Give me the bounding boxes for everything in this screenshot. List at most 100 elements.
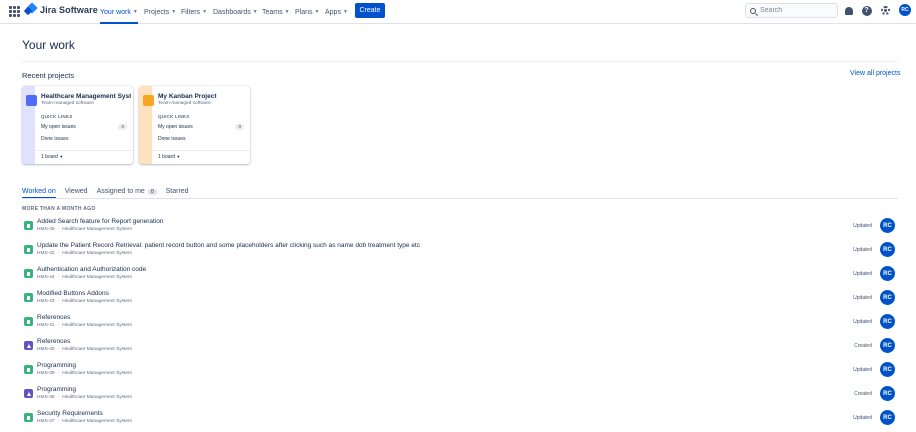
boards-dropdown[interactable]: 1 board ▼: [41, 154, 63, 160]
open-issues-count: 0: [235, 124, 244, 130]
nav-filters[interactable]: Filters ▼: [181, 0, 207, 24]
issue-meta: HMS-42 · Healthcare Management System: [37, 251, 132, 256]
issue-key: HMS-39: [37, 371, 55, 376]
boards-label: 1 board: [158, 154, 175, 160]
issue-project: Healthcare Management System: [62, 395, 133, 400]
nav-apps[interactable]: Apps ▼: [325, 0, 348, 24]
search-icon: [750, 7, 756, 14]
issue-meta: HMS-41 · Healthcare Management System: [37, 323, 132, 328]
issue-meta: HMS-40 · Healthcare Management System: [37, 347, 132, 352]
nav-dashboards[interactable]: Dashboards ▼: [213, 0, 258, 24]
help-button[interactable]: ?: [861, 5, 872, 16]
activity-status: Updated: [853, 247, 872, 253]
project-avatar-icon: [143, 95, 154, 106]
search-input[interactable]: [760, 7, 830, 14]
project-name[interactable]: Healthcare Management System: [41, 93, 131, 100]
tab-viewed[interactable]: Viewed: [65, 186, 88, 197]
issue-meta: HMS-38 · Healthcare Management System: [37, 395, 132, 400]
nav-plans[interactable]: Plans ▼: [295, 0, 319, 24]
project-type: Team-managed software: [41, 101, 94, 106]
activity-status: Updated: [853, 295, 872, 301]
issue-title[interactable]: Authentication and Authorization code: [37, 266, 146, 273]
done-issues-label: Done issues: [41, 136, 69, 142]
create-button[interactable]: Create: [355, 3, 385, 18]
work-tabs: Worked on Viewed Assigned to me 0 Starred: [22, 186, 189, 199]
issue-title[interactable]: References: [37, 338, 70, 345]
avatar[interactable]: RC: [880, 266, 895, 281]
separator: ·: [57, 227, 60, 232]
activity-status: Updated: [853, 223, 872, 229]
list-item[interactable]: Programming HMS-38 · Healthcare Management…: [22, 386, 898, 408]
chevron-down-icon: ▼: [59, 154, 64, 159]
issue-project: Healthcare Management System: [62, 299, 133, 304]
list-item[interactable]: Authentication and Authorization code HM…: [22, 266, 898, 288]
avatar[interactable]: RC: [880, 410, 895, 425]
project-card-healthcare[interactable]: Healthcare Management System Team-manage…: [22, 86, 133, 164]
jira-logo-icon: [25, 4, 37, 16]
my-open-issues-link[interactable]: My open issues 0: [41, 124, 127, 130]
list-item[interactable]: Update the Patient Record Retrieval: pat…: [22, 242, 898, 264]
separator: ·: [57, 251, 60, 256]
chevron-down-icon: ▼: [176, 154, 181, 159]
project-name[interactable]: My Kanban Project: [158, 93, 248, 100]
list-item[interactable]: Modified Buttons Addons HMS-43 · Healthcar…: [22, 290, 898, 312]
done-issues-link[interactable]: Done issues: [158, 136, 244, 142]
list-item[interactable]: Added Search feature for Report generati…: [22, 218, 898, 240]
issue-title[interactable]: Update the Patient Record Retrieval: pat…: [37, 242, 420, 249]
issue-title[interactable]: Programming: [37, 362, 76, 369]
tab-label: Assigned to me: [96, 188, 145, 195]
avatar[interactable]: RC: [880, 218, 895, 233]
profile-avatar[interactable]: RC: [899, 4, 911, 16]
avatar[interactable]: RC: [880, 290, 895, 305]
issue-meta: HMS-44 · Healthcare Management System: [37, 275, 132, 280]
my-open-issues-link[interactable]: My open issues 0: [158, 124, 244, 130]
avatar[interactable]: RC: [880, 386, 895, 401]
search-box[interactable]: [745, 3, 838, 18]
tab-worked-on[interactable]: Worked on: [22, 186, 56, 199]
settings-button[interactable]: [880, 5, 891, 16]
page-title: Your work: [22, 38, 75, 52]
activity-status: Created: [854, 391, 872, 397]
nav-your-work[interactable]: Your work ▼: [100, 0, 138, 24]
nav-projects[interactable]: Projects ▼: [144, 0, 176, 24]
tab-assigned-to-me[interactable]: Assigned to me 0: [97, 186, 157, 197]
project-avatar-icon: [26, 95, 37, 106]
issue-project: Healthcare Management System: [62, 275, 133, 280]
nav-filters-label: Filters: [181, 8, 201, 16]
story-icon: [24, 269, 33, 278]
chevron-down-icon: ▼: [171, 9, 177, 15]
count-badge: 0: [147, 188, 157, 195]
tab-label: Worked on: [22, 188, 56, 195]
issue-title[interactable]: Added Search feature for Report generati…: [37, 218, 163, 225]
jira-logo[interactable]: Jira Software: [25, 4, 98, 16]
list-item[interactable]: Programming HMS-39 · Healthcare Management…: [22, 362, 898, 384]
issue-title[interactable]: Security Requirements: [37, 410, 103, 417]
notifications-button[interactable]: [843, 5, 854, 16]
issue-title[interactable]: References: [37, 314, 70, 321]
avatar[interactable]: RC: [880, 338, 895, 353]
issue-title[interactable]: Modified Buttons Addons: [37, 290, 109, 297]
project-type: Team-managed software: [158, 101, 211, 106]
boards-dropdown[interactable]: 1 board ▼: [158, 154, 180, 160]
issue-key: HMS-41: [37, 323, 55, 328]
avatar[interactable]: RC: [880, 362, 895, 377]
tab-starred[interactable]: Starred: [166, 186, 189, 197]
my-open-issues-label: My open issues: [41, 124, 76, 130]
list-item[interactable]: Security Requirements HMS-37 · Healthcare …: [22, 410, 898, 432]
project-card-kanban[interactable]: My Kanban Project Team-managed software …: [139, 86, 250, 164]
activity-status: Created: [854, 343, 872, 349]
list-item[interactable]: References HMS-40 · Healthcare Management …: [22, 338, 898, 360]
issue-project: Healthcare Management System: [62, 251, 133, 256]
issue-title[interactable]: Programming: [37, 386, 76, 393]
list-item[interactable]: References HMS-41 · Healthcare Management …: [22, 314, 898, 336]
issue-project: Healthcare Management System: [62, 371, 133, 376]
avatar[interactable]: RC: [880, 242, 895, 257]
avatar[interactable]: RC: [880, 314, 895, 329]
view-all-projects-link[interactable]: View all projects: [850, 70, 900, 77]
activity-status: Updated: [853, 271, 872, 277]
app-switcher-icon[interactable]: [9, 6, 20, 17]
activity-status: Updated: [853, 367, 872, 373]
nav-teams[interactable]: Teams ▼: [262, 0, 290, 24]
divider: [35, 150, 133, 151]
done-issues-link[interactable]: Done issues: [41, 136, 127, 142]
